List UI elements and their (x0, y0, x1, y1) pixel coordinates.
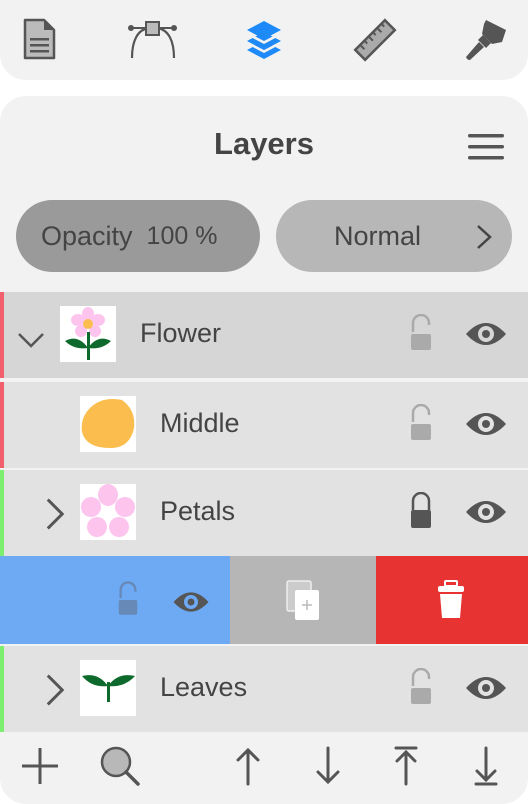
layer-name: Middle (160, 408, 240, 438)
layer-name: Petals (160, 496, 236, 526)
opacity-control[interactable]: Opacity 100 % (16, 200, 260, 272)
swipe-toggle-area (0, 556, 230, 644)
eye-icon[interactable] (464, 408, 508, 440)
layer-row-petals[interactable]: Petals (0, 470, 528, 556)
ruler-icon (353, 18, 397, 62)
hamburger-menu-icon (468, 134, 504, 160)
petals-thumbnail-icon (81, 484, 135, 537)
layers-panel: Layers Opacity 100 % Normal Flower Middl… (0, 96, 528, 804)
eye-icon[interactable] (464, 496, 508, 528)
chevron-down-icon[interactable] (16, 322, 46, 358)
move-down-button[interactable] (306, 744, 350, 788)
swipe-unlock-button[interactable] (116, 580, 140, 620)
layer-row-middle[interactable]: Middle (0, 382, 528, 468)
panel-title: Layers (214, 126, 314, 161)
yellow-circle-thumbnail-icon (81, 399, 135, 448)
blend-mode-selector[interactable]: Normal (276, 200, 512, 272)
opacity-value: 100 % (146, 221, 218, 250)
delete-layer-button[interactable] (376, 556, 528, 644)
move-up-button[interactable] (226, 744, 270, 788)
chevron-right-icon[interactable] (40, 496, 70, 532)
layer-thumbnail (80, 484, 136, 540)
layer-name: Flower (140, 318, 222, 348)
flower-thumbnail-icon (65, 307, 111, 360)
unlocked-icon[interactable] (408, 404, 434, 444)
locked-icon[interactable] (408, 492, 434, 532)
chevron-right-icon[interactable] (40, 672, 70, 708)
unlocked-icon[interactable] (408, 314, 434, 354)
unlocked-icon[interactable] (408, 668, 434, 708)
swipe-actions-row (0, 556, 528, 644)
layer-thumbnail (80, 396, 136, 452)
layers-icon (247, 21, 281, 59)
vector-tool-button[interactable] (128, 18, 178, 62)
style-tool-button[interactable] (464, 18, 508, 62)
panel-menu-button[interactable] (468, 132, 504, 162)
layer-row-leaves[interactable]: Leaves (0, 646, 528, 732)
layer-name: Leaves (160, 672, 248, 702)
move-to-bottom-button[interactable] (464, 744, 508, 788)
paintbrush-icon (466, 20, 506, 60)
bezier-path-icon (128, 21, 177, 59)
top-toolbar (0, 0, 528, 80)
leaves-thumbnail-icon (82, 675, 135, 702)
layer-color-tag (0, 470, 4, 556)
duplicate-icon (286, 580, 319, 620)
add-layer-button[interactable] (18, 744, 62, 788)
layer-color-tag (0, 646, 4, 732)
document-tool-button[interactable] (18, 18, 62, 62)
layer-thumbnail (80, 660, 136, 716)
layers-tool-button[interactable] (242, 18, 286, 62)
eye-icon[interactable] (464, 672, 508, 704)
chevron-right-icon (477, 225, 492, 249)
swipe-visibility-button[interactable] (170, 588, 212, 616)
bottom-toolbar (0, 732, 528, 804)
ruler-tool-button[interactable] (350, 18, 400, 62)
layer-row-flower[interactable]: Flower (0, 292, 528, 378)
layer-color-tag (0, 292, 4, 378)
eye-icon[interactable] (464, 318, 508, 350)
layer-color-tag (0, 382, 4, 468)
blend-mode-value: Normal (334, 220, 422, 251)
document-icon (23, 18, 56, 60)
move-to-top-button[interactable] (384, 744, 428, 788)
duplicate-layer-button[interactable] (230, 556, 376, 644)
opacity-label: Opacity (41, 220, 133, 251)
trash-icon (438, 580, 464, 618)
search-layers-button[interactable] (98, 744, 142, 788)
layer-thumbnail (60, 306, 116, 362)
